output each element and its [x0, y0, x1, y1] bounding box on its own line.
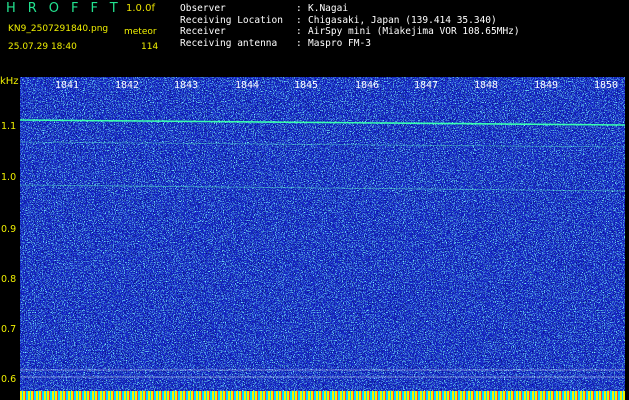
spectrogram-canvas [20, 77, 625, 391]
y-tick-label: 1.1 [1, 121, 17, 132]
time-label: 1850 [594, 80, 619, 91]
info-row-location: Receiving Location: Chigasaki, Japan (139… [180, 14, 497, 26]
app-version: 1.0.0f [126, 3, 155, 14]
file-name: KN9_2507291840.png [8, 24, 109, 34]
frequency-unit: kHz [0, 76, 19, 87]
time-label: 1842 [115, 80, 140, 91]
time-label: 1849 [534, 80, 559, 91]
y-tick-label: 1.0 [1, 172, 17, 183]
time-label: 1848 [474, 80, 499, 91]
meteor-count: 114 [141, 42, 159, 52]
info-row-antenna: Receiving antenna: Maspro FM-3 [180, 37, 371, 49]
header-panel: HROFFT 1.0.0f KN9_2507291840.png meteor … [0, 0, 629, 74]
time-label: 1847 [414, 80, 439, 91]
spectrogram[interactable] [20, 77, 625, 391]
time-label: 1844 [235, 80, 260, 91]
time-label: 1841 [55, 80, 80, 91]
mode-label: meteor [124, 27, 157, 37]
info-row-receiver: Receiver: AirSpy mini (Miakejima VOR 108.… [180, 26, 520, 37]
y-tick-label: 0.7 [1, 324, 17, 335]
time-label: 1846 [355, 80, 380, 91]
y-tick-label: 0.8 [1, 274, 17, 285]
time-label: 1845 [294, 80, 319, 91]
intensity-strip [20, 391, 625, 400]
hrofft-window: HROFFT 1.0.0f KN9_2507291840.png meteor … [0, 0, 629, 400]
info-row-observer: Observer: K.Nagai [180, 3, 349, 14]
right-edge [625, 77, 629, 400]
app-title: HROFFT [6, 1, 130, 16]
y-tick-label: 0.6 [1, 374, 17, 385]
time-label: 1843 [174, 80, 199, 91]
station-info: Observer: K.Nagai Receiving Location: Chig… [180, 3, 520, 49]
capture-datetime: 25.07.29 18:40 [8, 42, 77, 52]
y-tick-label: 0.9 [1, 224, 17, 235]
